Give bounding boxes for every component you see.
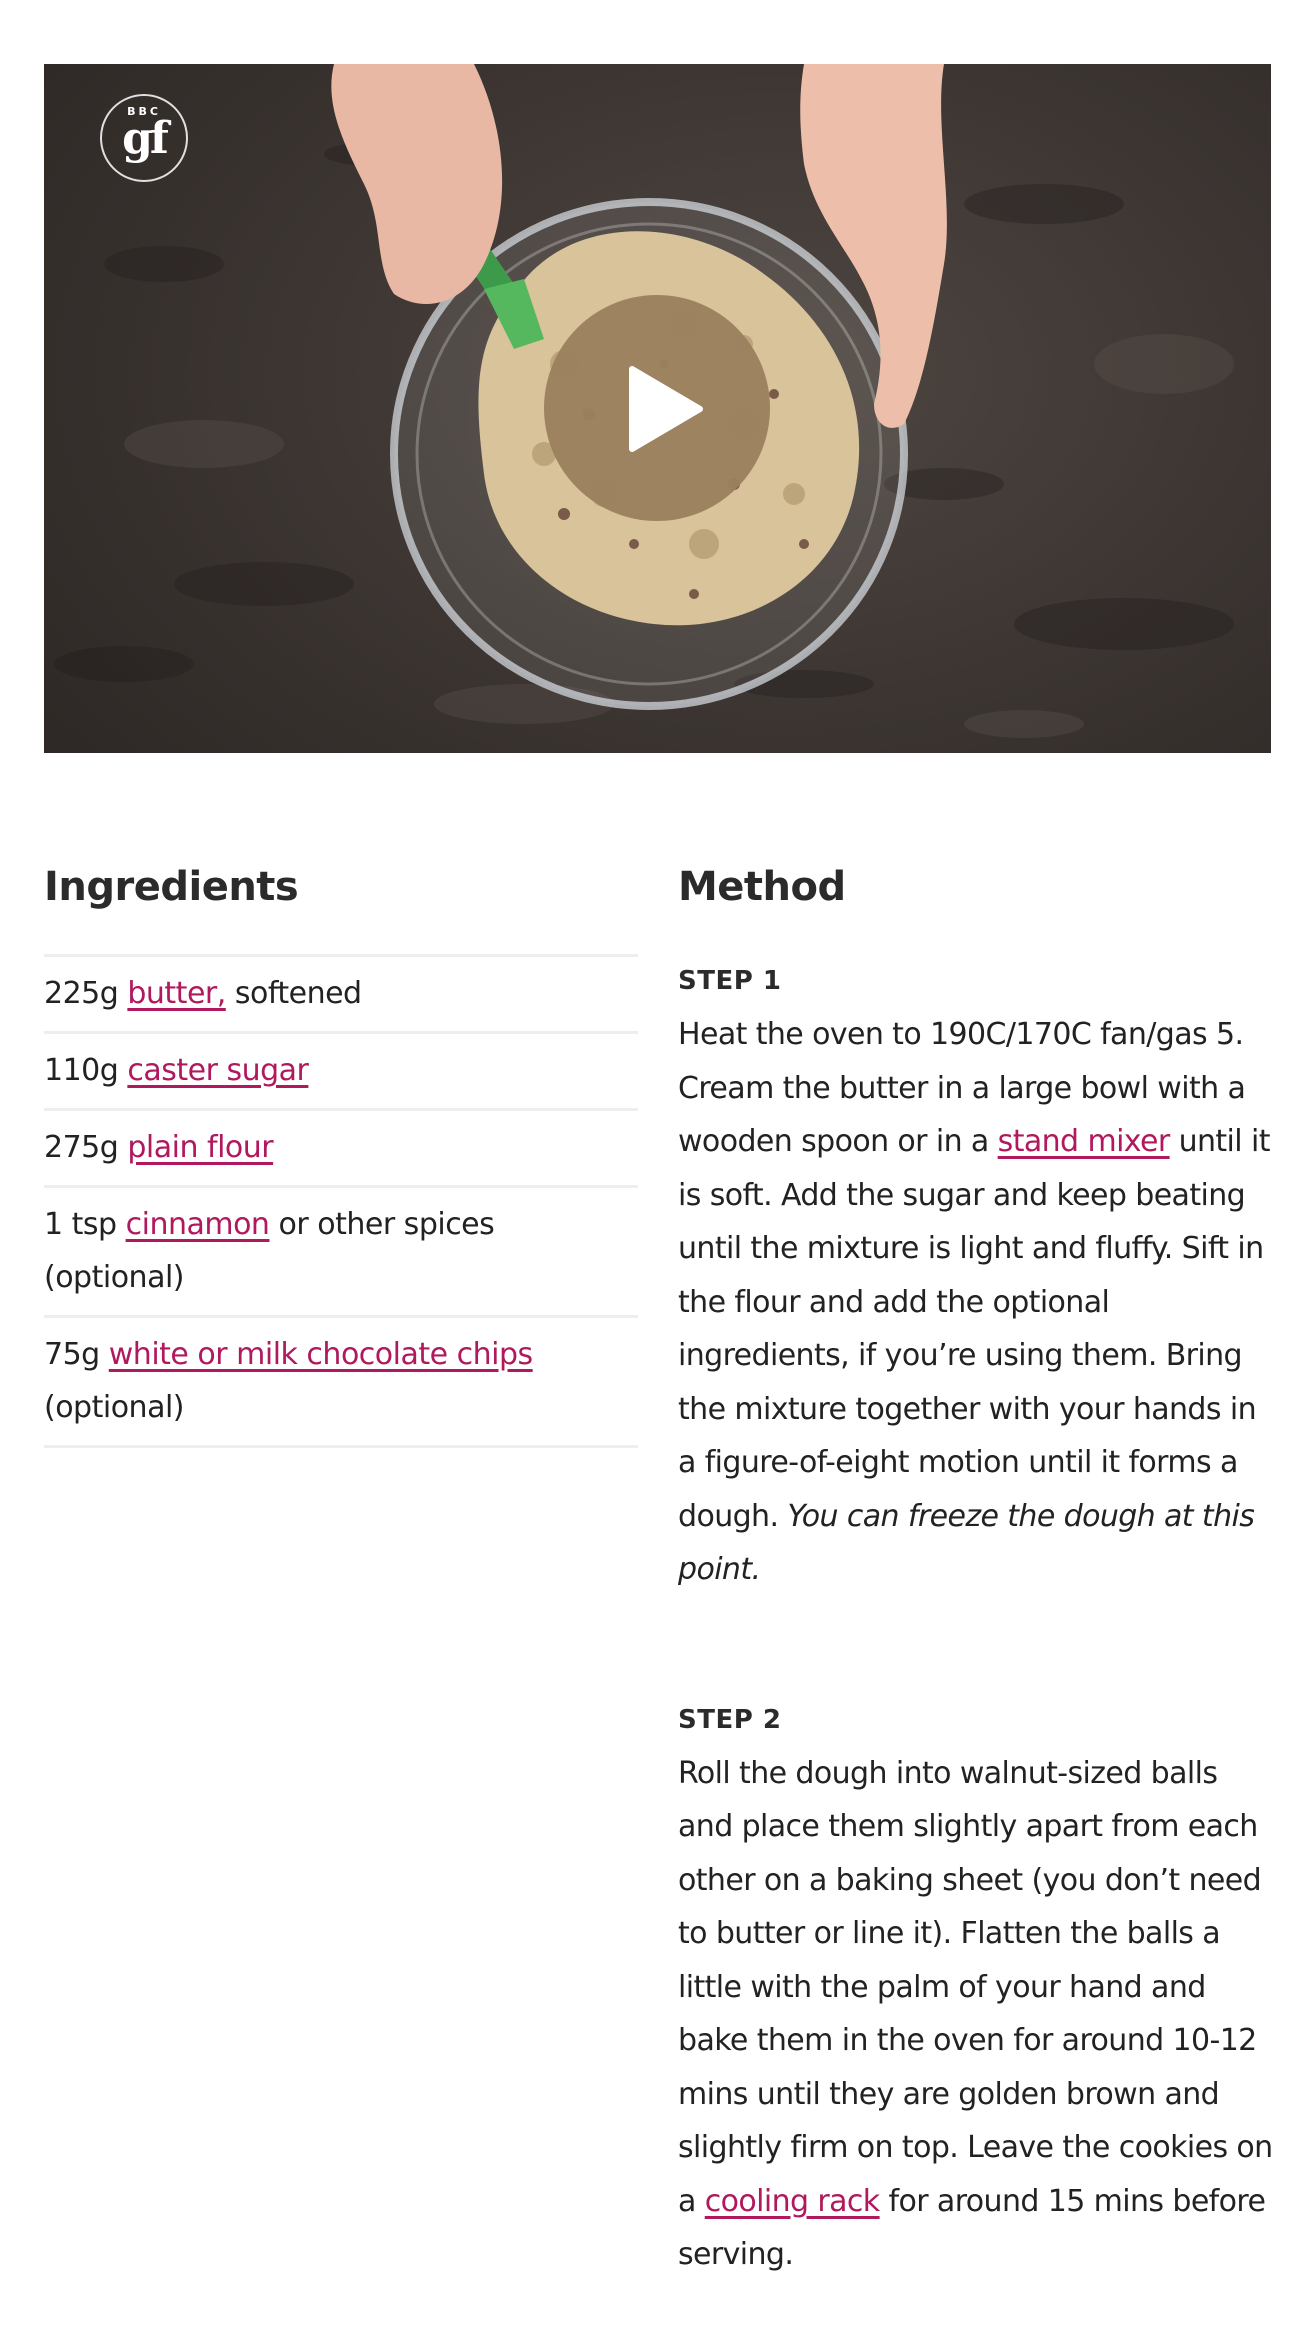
- bbc-good-food-logo: BBC gf: [100, 94, 188, 182]
- ingredient-link-caster-sugar[interactable]: caster sugar: [127, 1053, 309, 1088]
- step-text-part: until it is soft. Add the sugar and keep…: [678, 1124, 1270, 1534]
- ingredient-item: 1 tsp cinnamon or other spices (optional…: [44, 1188, 638, 1318]
- ingredient-note: (optional): [44, 1390, 185, 1425]
- recipe-video[interactable]: BBC gf: [44, 64, 1271, 753]
- step-label: STEP 2: [678, 1704, 782, 1735]
- ingredient-item: 75g white or milk chocolate chips (optio…: [44, 1318, 638, 1448]
- step-text: Roll the dough into walnut-sized balls a…: [678, 1747, 1278, 2282]
- method-step-2: STEP 2 Roll the dough into walnut-sized …: [678, 1703, 1278, 2282]
- play-button[interactable]: [544, 295, 770, 521]
- ingredient-item: 275g plain flour: [44, 1111, 638, 1188]
- ingredient-quantity: 275g: [44, 1130, 119, 1165]
- logo-gf-text: gf: [122, 113, 169, 164]
- ingredient-note: softened: [234, 976, 362, 1011]
- ingredient-link-cinnamon[interactable]: cinnamon: [126, 1207, 270, 1242]
- stand-mixer-link[interactable]: stand mixer: [998, 1124, 1171, 1159]
- play-icon: [629, 366, 703, 452]
- step-label: STEP 1: [678, 966, 782, 996]
- method-section: Method STEP 1 Heat the oven to 190C/170C…: [678, 860, 1278, 2282]
- method-heading: Method: [678, 864, 846, 910]
- ingredients-list: 225g butter, softened 110g caster sugar …: [44, 954, 638, 1448]
- method-step-1: STEP 1 Heat the oven to 190C/170C fan/ga…: [678, 964, 1278, 1597]
- ingredient-link-butter[interactable]: butter,: [127, 976, 226, 1011]
- ingredient-quantity: 110g: [44, 1053, 119, 1088]
- ingredient-item: 225g butter, softened: [44, 957, 638, 1034]
- ingredient-link-chocolate-chips[interactable]: white or milk chocolate chips: [109, 1337, 533, 1372]
- ingredients-heading: Ingredients: [44, 864, 299, 910]
- step-text-part: Roll the dough into walnut-sized balls a…: [678, 1755, 1273, 2219]
- ingredient-quantity: 1 tsp: [44, 1207, 117, 1242]
- step-text: Heat the oven to 190C/170C fan/gas 5. Cr…: [678, 1008, 1278, 1597]
- ingredients-section: Ingredients 225g butter, softened 110g c…: [44, 860, 638, 1448]
- ingredient-item: 110g caster sugar: [44, 1034, 638, 1111]
- ingredient-quantity: 225g: [44, 976, 119, 1011]
- ingredient-link-plain-flour[interactable]: plain flour: [127, 1130, 273, 1165]
- cooling-rack-link[interactable]: cooling rack: [705, 2184, 880, 2219]
- ingredient-quantity: 75g: [44, 1337, 100, 1372]
